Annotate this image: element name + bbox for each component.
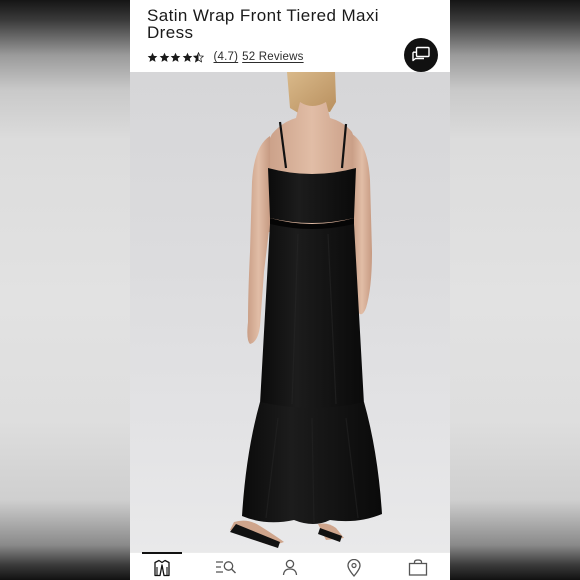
bottom-tab-bar <box>130 552 450 580</box>
tab-search[interactable] <box>194 553 258 580</box>
tab-stores[interactable] <box>322 553 386 580</box>
tab-bag[interactable] <box>386 553 450 580</box>
star-full-icon <box>147 52 158 62</box>
search-list-icon <box>216 561 236 574</box>
chat-button[interactable] <box>404 38 438 72</box>
star-half-icon <box>193 51 204 63</box>
phone-screen: Satin Wrap Front Tiered Maxi Dress (4.7)… <box>130 0 450 580</box>
star-rating <box>147 50 205 64</box>
person-icon <box>282 559 298 576</box>
shopping-bag-icon <box>408 559 428 576</box>
product-header: Satin Wrap Front Tiered Maxi Dress (4.7)… <box>130 0 450 72</box>
review-count: 52 Reviews <box>242 51 304 63</box>
hanger-jacket-icon <box>154 559 170 577</box>
reviews-link[interactable]: (4.7) 52 Reviews <box>214 51 304 63</box>
product-title: Satin Wrap Front Tiered Maxi Dress <box>147 6 379 42</box>
chat-bubbles-icon <box>412 46 430 62</box>
product-rating[interactable]: (4.7) 52 Reviews <box>147 49 304 65</box>
blurred-background-right <box>450 0 580 580</box>
product-image[interactable] <box>130 72 450 552</box>
tab-account[interactable] <box>258 553 322 580</box>
blurred-background-left <box>0 0 130 580</box>
model-wearing-dress <box>230 72 382 548</box>
location-pin-icon <box>347 559 361 577</box>
rating-value: (4.7) <box>213 51 239 63</box>
tab-shop[interactable] <box>130 552 194 580</box>
star-full-icon <box>170 52 181 62</box>
star-full-icon <box>182 52 192 62</box>
star-full-icon <box>159 52 169 62</box>
